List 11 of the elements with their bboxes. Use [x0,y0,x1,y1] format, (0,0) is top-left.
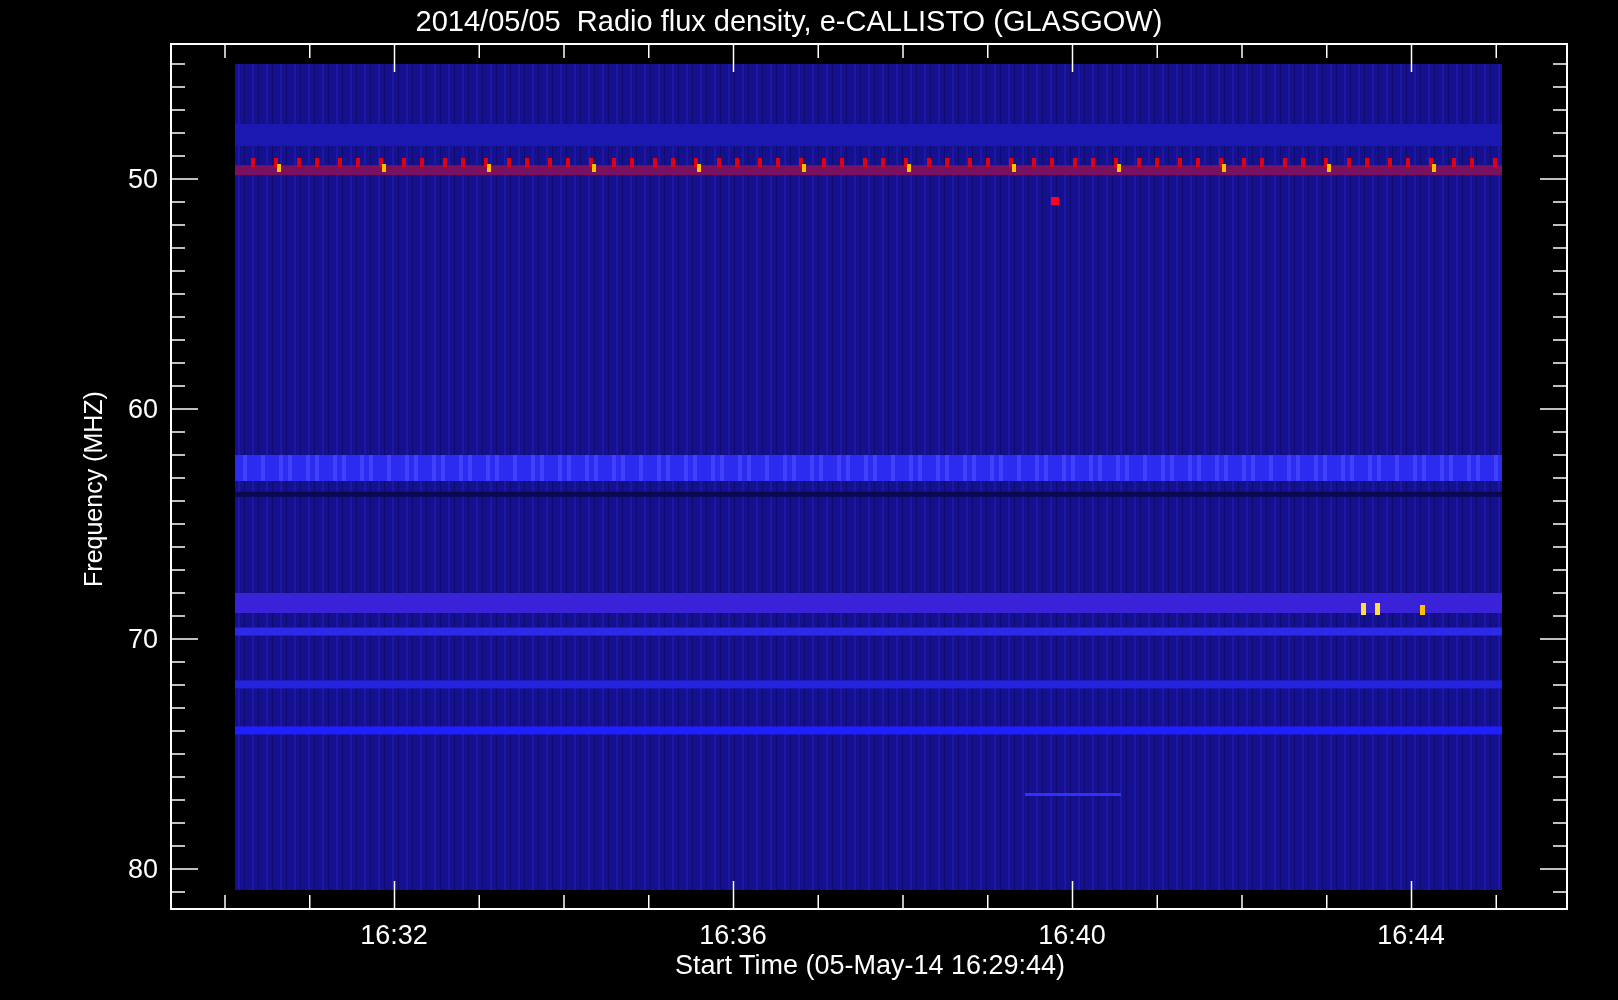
chart-title: 2014/05/05 Radio flux density, e-CALLISTO (GLASGOW) [415,4,1164,39]
tick-label: 16:32 [360,920,428,950]
axis-label: Frequency (MHZ) [78,391,108,587]
tick-label: 50 [127,164,158,194]
tick-label: 16:44 [1377,920,1445,950]
axis-label: Start Time (05-May-14 16:29:44) [674,950,1066,980]
tick-label: 16:40 [1038,920,1106,950]
tick-label: 70 [127,624,158,654]
tick-label: 60 [127,394,158,424]
tick-label: 16:36 [699,920,767,950]
tick-label: 80 [127,854,158,884]
